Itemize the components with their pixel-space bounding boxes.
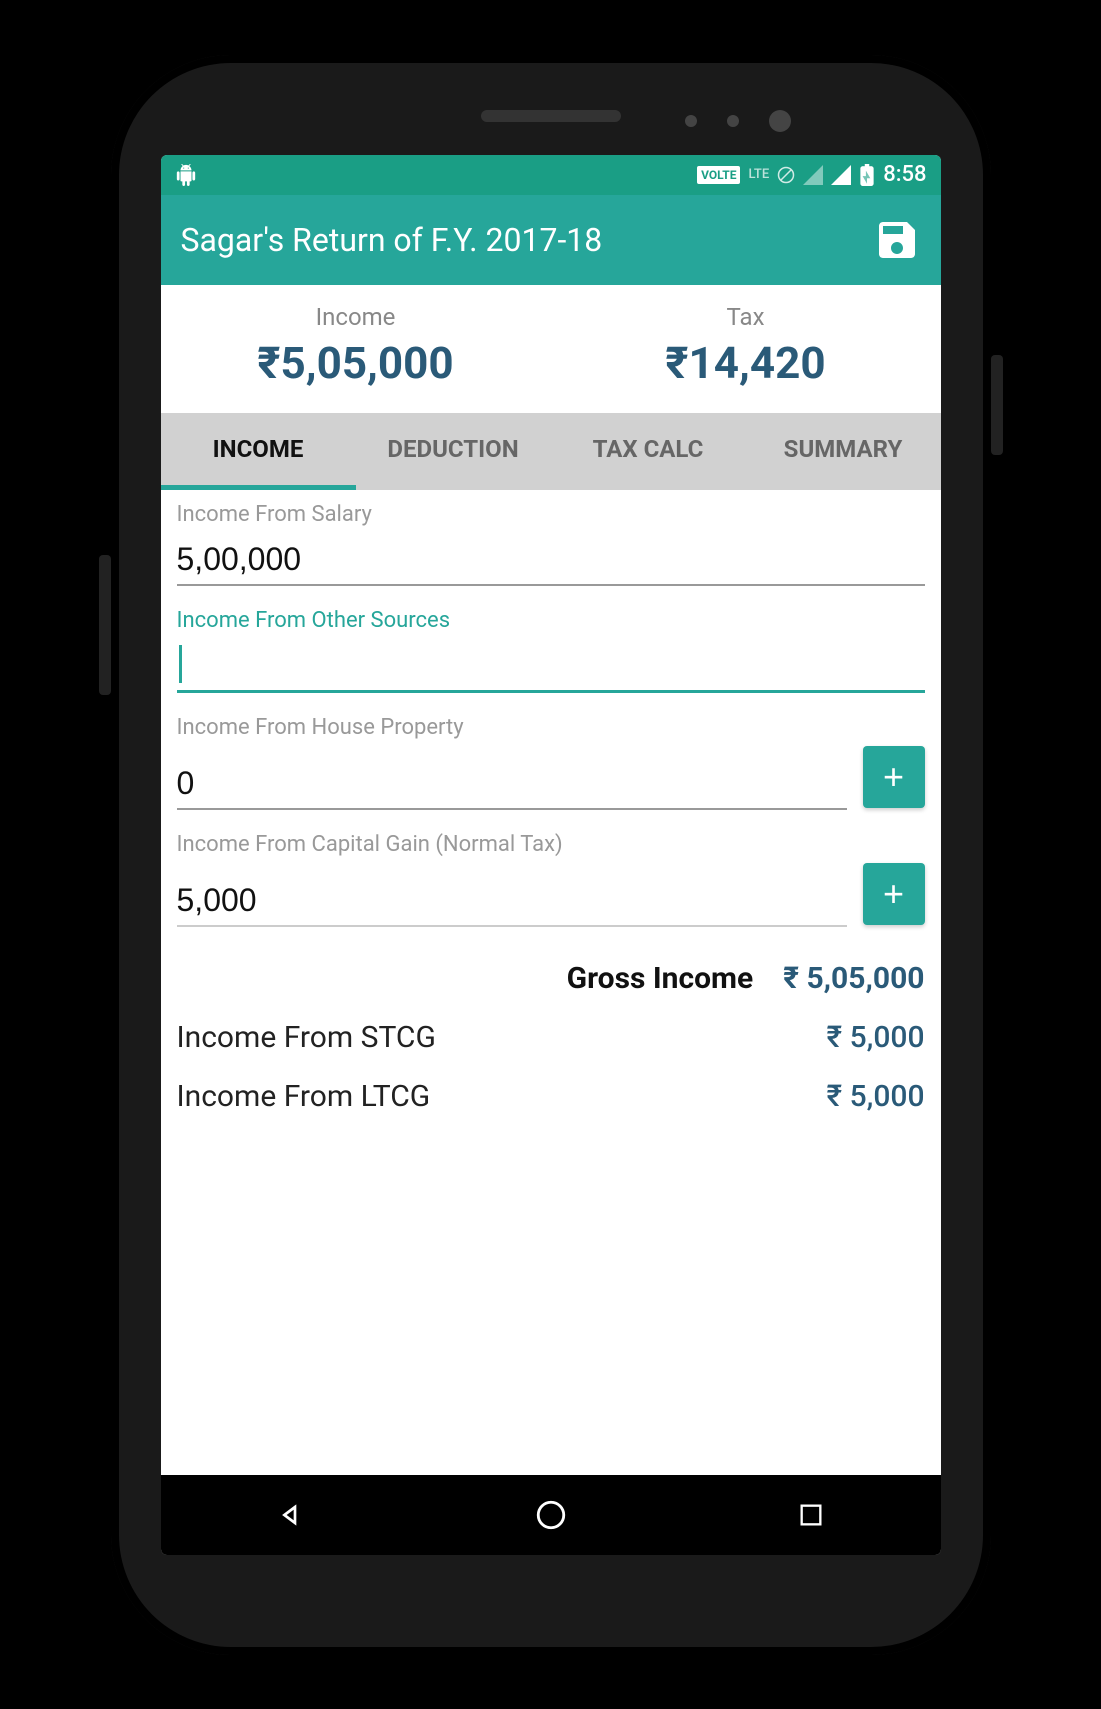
plus-icon: + (883, 756, 904, 798)
signal-icon-2 (831, 165, 851, 185)
volte-badge: VOLTE (697, 166, 740, 184)
status-bar: VOLTE LTE 8:58 (161, 155, 941, 195)
add-house-property-button[interactable]: + (863, 746, 925, 808)
salary-label: Income From Salary (177, 502, 925, 527)
ltcg-row: Income From LTCG ₹ 5,000 (177, 1067, 925, 1126)
form-area: Income From Salary Income From Other Sou… (161, 490, 941, 1475)
signal-icon-1 (803, 165, 823, 185)
tab-taxcalc[interactable]: TAX CALC (551, 413, 746, 490)
ltcg-label: Income From LTCG (177, 1079, 431, 1114)
house-property-input[interactable] (177, 757, 847, 810)
summary-cards: Income ₹5,05,000 Tax ₹14,420 (161, 285, 941, 413)
income-summary-card: Income ₹5,05,000 (161, 303, 551, 389)
gross-income-row: Gross Income ₹ 5,05,000 (177, 949, 925, 1008)
lte-label: LTE (748, 167, 769, 182)
field-capital-gain: Income From Capital Gain (Normal Tax) + (177, 832, 925, 927)
tab-deduction[interactable]: DEDUCTION (356, 413, 551, 490)
stcg-label: Income From STCG (177, 1020, 436, 1055)
phone-sensors (685, 110, 791, 132)
page-title: Sagar's Return of F.Y. 2017-18 (181, 221, 873, 259)
ltcg-value: ₹ 5,000 (826, 1079, 924, 1114)
income-label: Income (161, 303, 551, 331)
other-sources-input[interactable] (177, 639, 925, 693)
other-sources-label: Income From Other Sources (177, 608, 925, 633)
volume-button (99, 555, 111, 695)
capital-gain-input[interactable] (177, 874, 847, 927)
gross-income-label: Gross Income (567, 961, 754, 996)
app-bar: Sagar's Return of F.Y. 2017-18 (161, 195, 941, 285)
field-house-property: Income From House Property + (177, 715, 925, 810)
house-property-label: Income From House Property (177, 715, 925, 740)
capital-gain-label: Income From Capital Gain (Normal Tax) (177, 832, 925, 857)
income-value: ₹5,05,000 (161, 337, 551, 389)
tab-income[interactable]: INCOME (161, 413, 356, 490)
field-other-sources: Income From Other Sources (177, 608, 925, 693)
text-cursor (179, 645, 182, 683)
power-button (991, 355, 1003, 455)
tabs-bar: INCOME DEDUCTION TAX CALC SUMMARY (161, 413, 941, 490)
tax-value: ₹14,420 (551, 337, 941, 389)
tab-summary[interactable]: SUMMARY (746, 413, 941, 490)
add-capital-gain-button[interactable]: + (863, 863, 925, 925)
tax-summary-card: Tax ₹14,420 (551, 303, 941, 389)
plus-icon: + (883, 873, 904, 915)
phone-frame: VOLTE LTE 8:58 Sagar's Return of F.Y. 20… (111, 55, 991, 1655)
gross-income-value: ₹ 5,05,000 (783, 961, 924, 996)
android-icon (175, 164, 197, 186)
stcg-row: Income From STCG ₹ 5,000 (177, 1008, 925, 1067)
status-time: 8:58 (883, 162, 926, 187)
screen: VOLTE LTE 8:58 Sagar's Return of F.Y. 20… (161, 155, 941, 1555)
save-icon[interactable] (873, 216, 921, 264)
phone-speaker (481, 110, 621, 122)
android-nav-bar (161, 1475, 941, 1555)
tax-label: Tax (551, 303, 941, 331)
battery-charging-icon (859, 164, 875, 186)
field-salary: Income From Salary (177, 502, 925, 586)
recent-apps-button[interactable] (791, 1495, 831, 1535)
salary-input[interactable] (177, 533, 925, 586)
back-button[interactable] (271, 1495, 311, 1535)
stcg-value: ₹ 5,000 (826, 1020, 924, 1055)
no-data-icon (777, 166, 795, 184)
home-button[interactable] (531, 1495, 571, 1535)
